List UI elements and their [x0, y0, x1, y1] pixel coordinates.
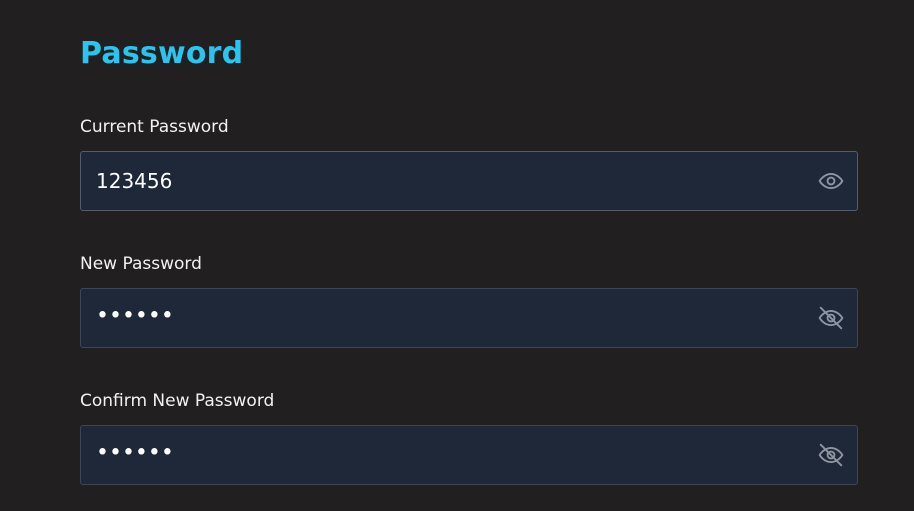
confirm-password-value: ••••••: [96, 440, 174, 466]
eye-off-icon: [818, 443, 844, 467]
show-confirm-password-toggle[interactable]: [818, 442, 844, 468]
current-password-value: 123456: [96, 169, 173, 193]
show-password-toggle[interactable]: [818, 168, 844, 194]
new-password-value: ••••••: [96, 303, 174, 329]
eye-off-icon: [818, 306, 844, 330]
eye-icon: [818, 173, 844, 189]
new-password-field[interactable]: ••••••: [80, 288, 858, 348]
current-password-label: Current Password: [80, 117, 229, 137]
password-settings-panel: Password Current Password 123456 New Pas…: [0, 0, 914, 511]
confirm-password-field[interactable]: ••••••: [80, 425, 858, 485]
new-password-label: New Password: [80, 254, 202, 274]
confirm-password-label: Confirm New Password: [80, 391, 275, 411]
page-title: Password: [80, 36, 244, 71]
current-password-field[interactable]: 123456: [80, 151, 858, 211]
show-new-password-toggle[interactable]: [818, 305, 844, 331]
